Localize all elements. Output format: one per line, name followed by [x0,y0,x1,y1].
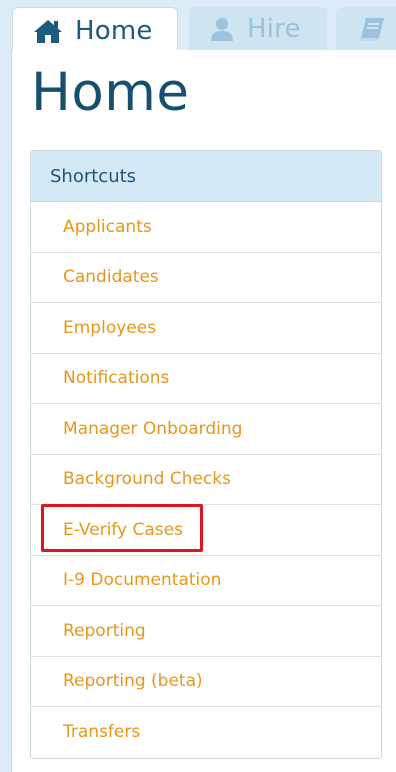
home-icon [33,18,63,44]
main-panel: Home Shortcuts Applicants Candidates Emp… [11,50,396,772]
page-title: Home [31,62,190,123]
shortcut-notifications[interactable]: Notifications [31,354,381,404]
tab-hire[interactable]: Hire [189,7,327,50]
shortcut-e-verify-cases[interactable]: E-Verify Cases [31,505,381,556]
shortcut-reporting[interactable]: Reporting [31,606,381,657]
tab-home-label: Home [75,15,153,46]
shortcut-transfers[interactable]: Transfers [31,707,381,758]
tab-docs[interactable] [336,7,396,50]
book-icon [358,16,386,42]
tab-hire-label: Hire [247,13,301,44]
shortcut-applicants[interactable]: Applicants [31,202,381,253]
shortcut-reporting-beta[interactable]: Reporting (beta) [31,657,381,707]
shortcut-employees[interactable]: Employees [31,303,381,354]
shortcut-manager-onboarding[interactable]: Manager Onboarding [31,404,381,455]
shortcut-i9-documentation[interactable]: I-9 Documentation [31,556,381,606]
shortcut-background-checks[interactable]: Background Checks [31,455,381,505]
tab-home[interactable]: Home [12,7,178,53]
shortcuts-panel: Shortcuts Applicants Candidates Employee… [30,150,382,759]
shortcut-candidates[interactable]: Candidates [31,253,381,303]
user-icon [209,16,235,42]
top-tab-bar: Home Hire [0,0,396,53]
shortcuts-header: Shortcuts [31,151,381,202]
